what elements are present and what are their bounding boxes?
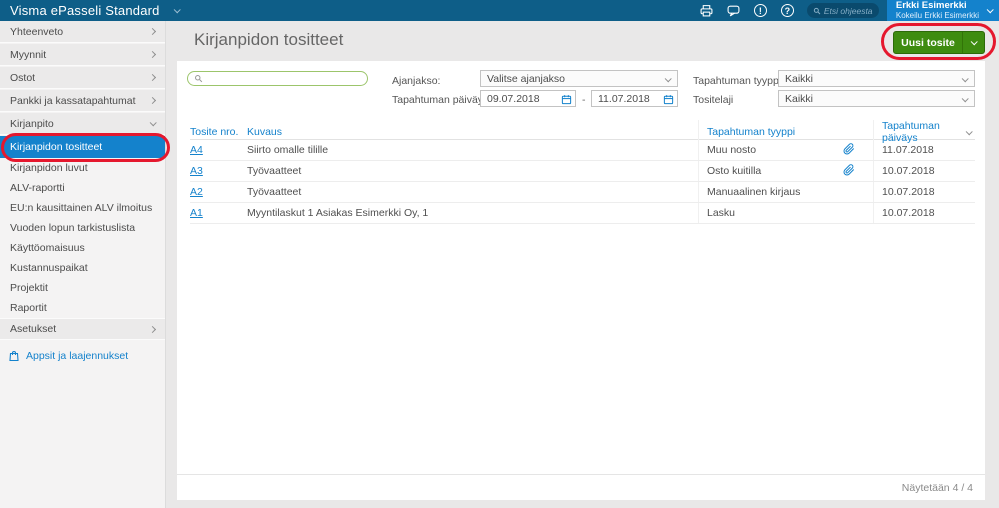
chat-icon[interactable] bbox=[726, 3, 741, 18]
chevron-down-icon bbox=[971, 38, 978, 45]
cell-kuvaus: Siirto omalle tilille bbox=[247, 144, 698, 156]
filter-search-input[interactable] bbox=[207, 73, 361, 84]
sidebar-item-kirjanpito[interactable]: Kirjanpito bbox=[0, 113, 165, 135]
sidebar-item-asetukset[interactable]: Asetukset bbox=[0, 318, 165, 340]
content-panel: Ajanjakso: Valitse ajanjakso Tapahtuman … bbox=[177, 61, 985, 500]
calendar-icon[interactable] bbox=[663, 94, 674, 105]
paivays-label: Tapahtuman päiväys bbox=[392, 94, 488, 106]
chevron-down-icon bbox=[962, 75, 969, 82]
chevron-right-icon bbox=[149, 97, 156, 104]
help-search-placeholder: Etsi ohjeesta bbox=[824, 6, 873, 16]
app-title[interactable]: Visma ePasseli Standard bbox=[0, 3, 160, 18]
cell-tyyppi: Muu nosto bbox=[698, 140, 843, 160]
table-footer: Näytetään 4 / 4 bbox=[177, 474, 985, 500]
tosite-link[interactable]: A2 bbox=[190, 186, 203, 198]
user-name: Erkki Esimerkki bbox=[896, 1, 979, 11]
chevron-down-icon bbox=[150, 119, 157, 126]
cell-paivays: 11.07.2018 bbox=[873, 140, 965, 160]
cell-tyyppi: Osto kuitilla bbox=[698, 161, 843, 181]
cell-paivays: 10.07.2018 bbox=[873, 203, 965, 223]
page-title: Kirjanpidon tositteet bbox=[194, 30, 343, 50]
table-row[interactable]: A2 Työvaatteet Manuaalinen kirjaus 10.07… bbox=[190, 182, 975, 203]
sidebar-item-projektit[interactable]: Projektit bbox=[0, 278, 165, 298]
tositelaji-select[interactable]: Kaikki bbox=[778, 90, 975, 107]
user-menu[interactable]: Erkki Esimerkki Kokeilu Erkki Esimerkki bbox=[887, 0, 999, 21]
sidebar-item-kirjanpidon-luvut[interactable]: Kirjanpidon luvut bbox=[0, 158, 165, 178]
chevron-down-icon bbox=[665, 75, 672, 82]
date-to-input[interactable]: 11.07.2018 bbox=[591, 90, 678, 107]
date-from-input[interactable]: 09.07.2018 bbox=[480, 90, 576, 107]
header-kuvaus[interactable]: Kuvaus bbox=[247, 126, 698, 138]
tosite-link[interactable]: A4 bbox=[190, 144, 203, 156]
sidebar-item-kustannuspaikat[interactable]: Kustannuspaikat bbox=[0, 258, 165, 278]
user-menu-chevron-down-icon bbox=[987, 6, 994, 13]
cell-tyyppi: Manuaalinen kirjaus bbox=[698, 182, 843, 202]
sidebar-item-yhteenveto[interactable]: Yhteenveto bbox=[0, 21, 165, 43]
app-menu-chevron-down-icon[interactable] bbox=[173, 6, 180, 13]
sidebar: Yhteenveto Myynnit Ostot Pankki ja kassa… bbox=[0, 21, 166, 508]
sidebar-item-appsit-ja-laajennukset[interactable]: Appsit ja laajennukset bbox=[0, 346, 165, 366]
cell-paivays: 10.07.2018 bbox=[873, 161, 965, 181]
chevron-down-icon bbox=[962, 95, 969, 102]
search-icon bbox=[813, 7, 821, 15]
search-icon bbox=[194, 74, 203, 83]
sidebar-item-kirjanpidon-tositteet[interactable]: Kirjanpidon tositteet bbox=[0, 136, 165, 158]
topbar: Visma ePasseli Standard ! ? Etsi ohjeest… bbox=[0, 0, 999, 21]
tosite-link[interactable]: A1 bbox=[190, 207, 203, 219]
chevron-right-icon bbox=[149, 28, 156, 35]
ajanjakso-label: Ajanjakso: bbox=[392, 75, 440, 87]
sidebar-item-raportit[interactable]: Raportit bbox=[0, 298, 165, 318]
sidebar-item-alv-raportti[interactable]: ALV-raportti bbox=[0, 178, 165, 198]
attachment-paperclip-icon[interactable] bbox=[843, 143, 873, 158]
print-icon[interactable] bbox=[699, 3, 714, 18]
tosite-link[interactable]: A3 bbox=[190, 165, 203, 177]
cell-kuvaus: Työvaatteet bbox=[247, 165, 698, 177]
chevron-right-icon bbox=[149, 74, 156, 81]
alert-info-icon[interactable]: ! bbox=[753, 3, 768, 18]
shopping-bag-icon bbox=[8, 350, 20, 362]
cell-paivays: 10.07.2018 bbox=[873, 182, 965, 202]
sidebar-item-ostot[interactable]: Ostot bbox=[0, 67, 165, 89]
tositelaji-label: Tositelaji bbox=[693, 94, 733, 106]
sidebar-item-eu-kausittainen-alv[interactable]: EU:n kausittainen ALV ilmoitus bbox=[0, 198, 165, 218]
chevron-right-icon bbox=[149, 325, 156, 332]
cell-kuvaus: Myyntilaskut 1 Asiakas Esimerkki Oy, 1 bbox=[247, 207, 698, 219]
calendar-icon[interactable] bbox=[561, 94, 572, 105]
sort-chevron-down-icon[interactable] bbox=[966, 126, 975, 138]
sidebar-item-pankki[interactable]: Pankki ja kassatapahtumat bbox=[0, 90, 165, 112]
header-tosite-nro[interactable]: Tosite nro. bbox=[190, 126, 247, 138]
tosite-table: Tosite nro. Kuvaus Tapahtuman tyyppi Tap… bbox=[190, 120, 975, 224]
table-row[interactable]: A3 Työvaatteet Osto kuitilla 10.07.2018 bbox=[190, 161, 975, 182]
table-row[interactable]: A4 Siirto omalle tilille Muu nosto 11.07… bbox=[190, 140, 975, 161]
user-company: Kokeilu Erkki Esimerkki bbox=[896, 11, 979, 20]
filter-search bbox=[187, 71, 368, 86]
new-tosite-dropdown[interactable] bbox=[962, 32, 984, 53]
tapahtuman-tyyppi-label: Tapahtuman tyyppi bbox=[693, 75, 781, 87]
cell-kuvaus: Työvaatteet bbox=[247, 186, 698, 198]
results-count: Näytetään 4 / 4 bbox=[902, 482, 973, 494]
date-range-separator: - bbox=[582, 94, 586, 106]
attachment-paperclip-icon[interactable] bbox=[843, 164, 873, 179]
ajanjakso-select[interactable]: Valitse ajanjakso bbox=[480, 70, 678, 87]
table-header-row: Tosite nro. Kuvaus Tapahtuman tyyppi Tap… bbox=[190, 120, 975, 140]
tapahtuman-tyyppi-select[interactable]: Kaikki bbox=[778, 70, 975, 87]
sidebar-item-vuoden-lopun-tarkistuslista[interactable]: Vuoden lopun tarkistuslista bbox=[0, 218, 165, 238]
new-tosite-button[interactable]: Uusi tosite bbox=[893, 31, 985, 54]
sidebar-item-kayttoomaisuus[interactable]: Käyttöomaisuus bbox=[0, 238, 165, 258]
help-search-input[interactable]: Etsi ohjeesta bbox=[807, 3, 879, 18]
table-row[interactable]: A1 Myyntilaskut 1 Asiakas Esimerkki Oy, … bbox=[190, 203, 975, 224]
sidebar-item-myynnit[interactable]: Myynnit bbox=[0, 44, 165, 66]
chevron-right-icon bbox=[149, 51, 156, 58]
help-icon[interactable]: ? bbox=[780, 3, 795, 18]
new-tosite-label: Uusi tosite bbox=[894, 32, 962, 53]
cell-tyyppi: Lasku bbox=[698, 203, 843, 223]
